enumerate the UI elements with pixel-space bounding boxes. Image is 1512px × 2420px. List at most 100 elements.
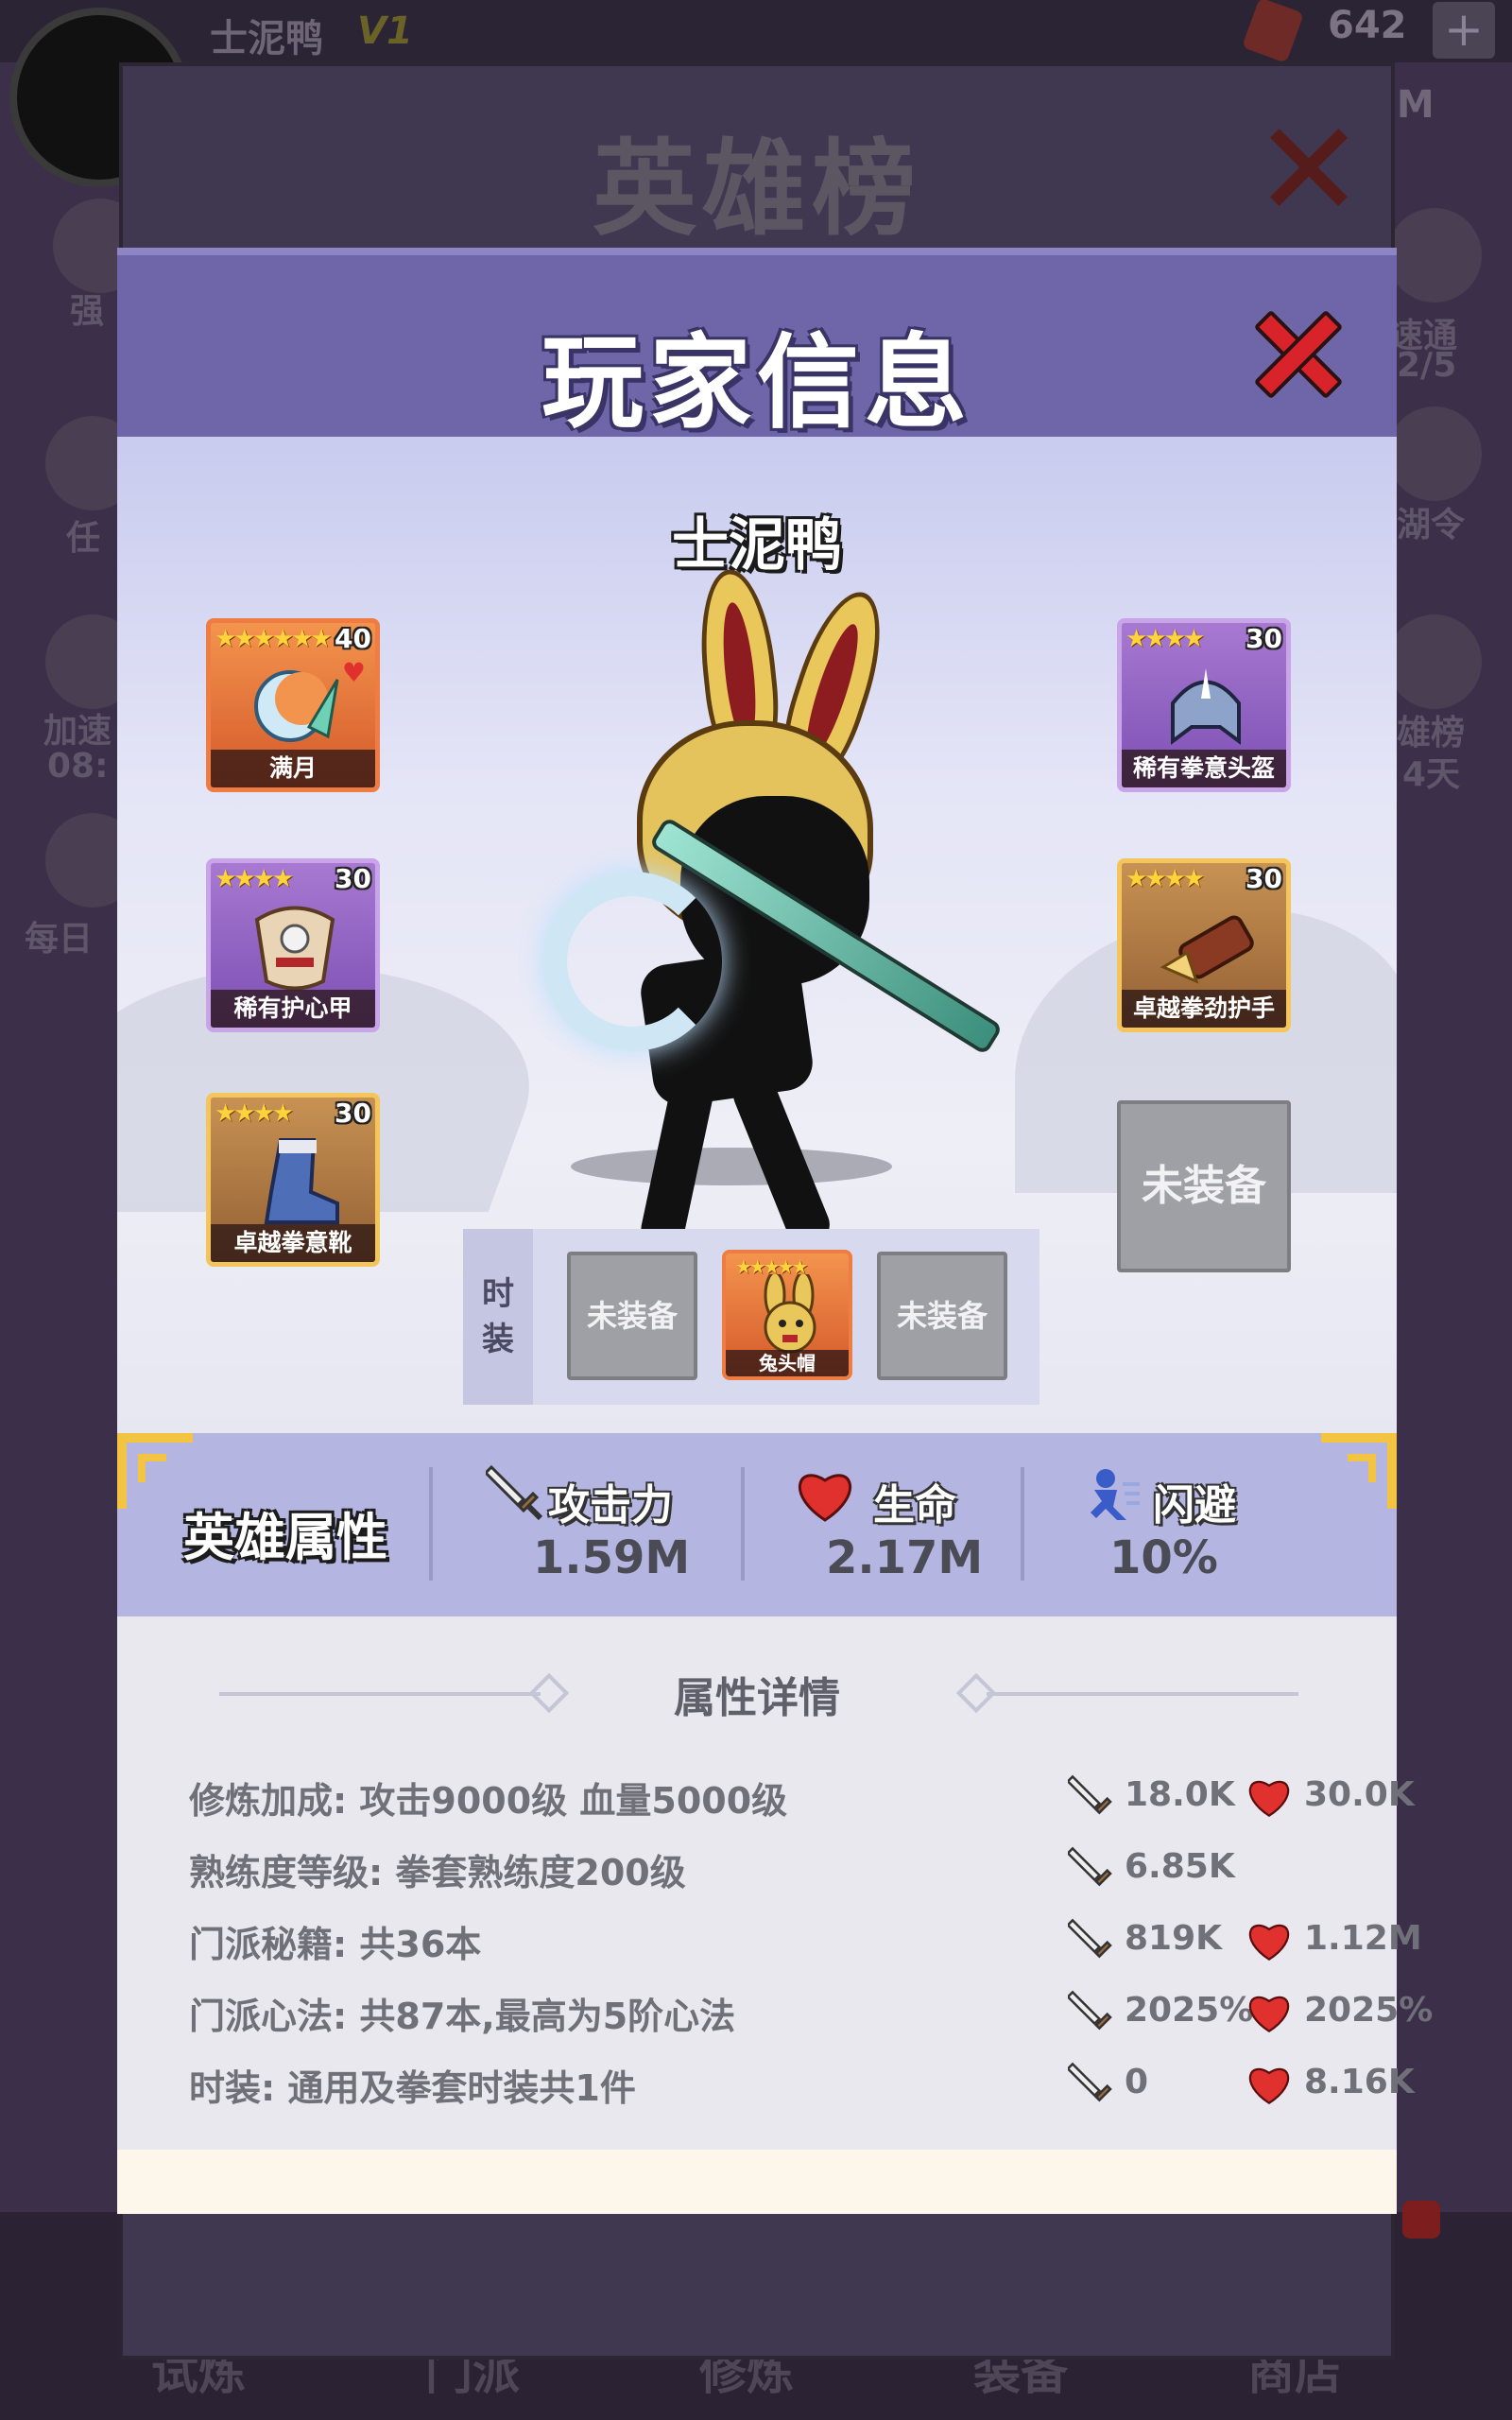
dialog-title: 玩家信息 xyxy=(541,324,972,442)
detail-label: 熟练度等级: 拳套熟练度200级 xyxy=(189,1852,686,1893)
side-label: 08: xyxy=(47,747,109,786)
character-model xyxy=(514,560,1005,1253)
side-label: 湖令 xyxy=(1397,506,1466,544)
close-button[interactable] xyxy=(1242,297,1353,408)
player-info-dialog: 玩家信息 士泥鸭 ★★★★★★ 40 ♥ 满月 ★★★★ 30 稀有护心甲 ★★… xyxy=(117,248,1433,2214)
item-level: 40 xyxy=(335,623,371,654)
detail-row: 时装: 通用及拳套时装共1件 0 8.16K xyxy=(189,2059,1415,2112)
equip-slot-boots[interactable]: ★★★★ 30 卓越拳意靴 xyxy=(206,1093,380,1267)
side-icon[interactable] xyxy=(1387,614,1482,709)
item-label: 稀有护心甲 xyxy=(211,990,375,1028)
sword-icon xyxy=(1066,1989,1115,2036)
side-label: 2/5 xyxy=(1397,346,1457,385)
moon-effect xyxy=(542,872,722,1051)
sword-icon xyxy=(1066,1773,1115,1821)
equip-slot-empty[interactable]: 未装备 xyxy=(1117,1100,1291,1272)
attributes-title: 英雄属性 xyxy=(183,1508,387,1567)
side-icon[interactable] xyxy=(1387,208,1482,302)
detail-hp: 30.0K xyxy=(1304,1775,1415,1814)
detail-row: 修炼加成: 攻击9000级 血量5000级 18.0K 30.0K xyxy=(189,1772,1415,1824)
detail-row: 熟练度等级: 拳套熟练度200级 6.85K xyxy=(189,1843,1361,1896)
rabbit-hat-icon xyxy=(764,1274,816,1354)
divider xyxy=(987,1692,1298,1696)
character-panel: 士泥鸭 ★★★★★★ 40 ♥ 满月 ★★★★ 30 稀有护心甲 ★★★★ 30… xyxy=(117,437,1397,1433)
item-label: 卓越拳意靴 xyxy=(211,1224,375,1262)
hp-value: 2.17M xyxy=(826,1531,984,1584)
character-leg xyxy=(637,1067,718,1253)
detail-attack: 2025% xyxy=(1125,1991,1254,2030)
fashion-bar: 时 装 未装备 ★★★★★ 兔头帽 未装备 xyxy=(463,1229,1040,1405)
detail-hp: 1.12M xyxy=(1304,1919,1422,1958)
heart-icon xyxy=(1246,1773,1293,1821)
equip-slot-helmet[interactable]: ★★★★ 30 稀有拳意头盔 xyxy=(1117,618,1291,792)
fashion-slot-rabbit-hat[interactable]: ★★★★★ 兔头帽 xyxy=(722,1250,852,1380)
heart-icon xyxy=(794,1467,856,1524)
side-icon[interactable] xyxy=(1387,406,1482,501)
hp-label: 生命 xyxy=(873,1481,956,1530)
divider xyxy=(429,1467,433,1581)
side-label: 4天 xyxy=(1402,755,1461,794)
detail-hp: 8.16K xyxy=(1304,2063,1415,2101)
side-label: 每日 xyxy=(25,920,94,959)
hero-rank-title: 英雄榜 xyxy=(593,129,921,250)
detail-attack: 0 xyxy=(1125,2063,1149,2101)
dodge-value: 10% xyxy=(1109,1531,1218,1584)
equip-slot-gloves[interactable]: ★★★★ 30 卓越拳劲护手 xyxy=(1117,858,1291,1032)
item-label: 兔头帽 xyxy=(726,1350,849,1376)
vip-badge: V1 xyxy=(357,9,413,53)
boots-icon xyxy=(264,1138,339,1224)
side-label: 加速 xyxy=(43,712,112,751)
divider xyxy=(741,1467,745,1581)
attribute-details: 属性详情 修炼加成: 攻击9000级 血量5000级 18.0K 30.0K 熟… xyxy=(117,1616,1433,2150)
item-level: 30 xyxy=(335,1098,371,1129)
fashion-label: 时 装 xyxy=(463,1229,533,1405)
character-leg xyxy=(728,1068,835,1252)
item-level: 30 xyxy=(335,863,371,894)
sword-icon xyxy=(1066,1845,1115,1893)
star-rating: ★★★★ xyxy=(215,1099,294,1128)
item-label: 卓越拳劲护手 xyxy=(1122,990,1286,1028)
item-level: 30 xyxy=(1246,623,1282,654)
item-label: 稀有拳意头盔 xyxy=(1122,750,1286,787)
helmet-icon xyxy=(1171,668,1241,745)
detail-label: 时装: 通用及拳套时装共1件 xyxy=(189,2067,636,2109)
detail-label: 门派秘籍: 共36本 xyxy=(189,1924,482,1965)
moon-weapon-icon xyxy=(254,670,339,742)
fashion-slot-empty[interactable]: 未装备 xyxy=(567,1252,697,1380)
corner-decoration xyxy=(117,1433,193,1509)
star-rating: ★★★★ xyxy=(1125,625,1205,653)
detail-attack: 6.85K xyxy=(1125,1847,1235,1886)
side-label: 强 xyxy=(70,292,105,331)
detail-row: 门派秘籍: 共36本 819K 1.12M xyxy=(189,1915,1422,1968)
dodge-label: 闪避 xyxy=(1153,1481,1236,1530)
star-rating: ★★★★ xyxy=(215,865,294,893)
sword-icon xyxy=(1066,1917,1115,1964)
item-label: 满月 xyxy=(211,750,375,787)
fashion-slot-empty[interactable]: 未装备 xyxy=(877,1252,1007,1380)
detail-attack: 819K xyxy=(1125,1919,1223,1958)
notification-dot xyxy=(1402,2201,1440,2238)
hero-rank-close-button[interactable]: ✕ xyxy=(1252,105,1366,237)
divider xyxy=(1021,1467,1024,1581)
heart-icon xyxy=(1246,2061,1293,2108)
detail-row: 门派心法: 共87本,最高为5阶心法 2025% 2025% xyxy=(189,1987,1433,2040)
equip-slot-chest[interactable]: ★★★★ 30 稀有护心甲 xyxy=(206,858,380,1032)
gloves-icon xyxy=(1160,915,1254,984)
dodge-icon xyxy=(1085,1465,1142,1522)
sword-icon xyxy=(1066,2061,1115,2108)
heart-icon xyxy=(1246,1917,1293,1964)
sword-icon xyxy=(483,1463,543,1521)
add-gems-button[interactable]: + xyxy=(1433,2,1495,59)
detail-label: 门派心法: 共87本,最高为5阶心法 xyxy=(189,1996,736,2037)
star-rating: ★★★★ xyxy=(1125,865,1205,893)
equip-slot-weapon[interactable]: ★★★★★★ 40 ♥ 满月 xyxy=(206,618,380,792)
heart-icon xyxy=(1246,1989,1293,2036)
detail-label: 修炼加成: 攻击9000级 血量5000级 xyxy=(189,1780,788,1822)
corner-decoration xyxy=(1321,1433,1397,1509)
attack-label: 攻击力 xyxy=(548,1481,673,1530)
detail-hp: 2025% xyxy=(1304,1991,1434,2030)
chest-armor-icon xyxy=(254,906,335,991)
hero-attributes: 英雄属性 攻击力 1.59M 生命 2.17M 闪避 10% xyxy=(117,1433,1397,1616)
bg-player-name: 士泥鸭 xyxy=(210,17,323,60)
detail-attack: 18.0K xyxy=(1125,1775,1235,1814)
